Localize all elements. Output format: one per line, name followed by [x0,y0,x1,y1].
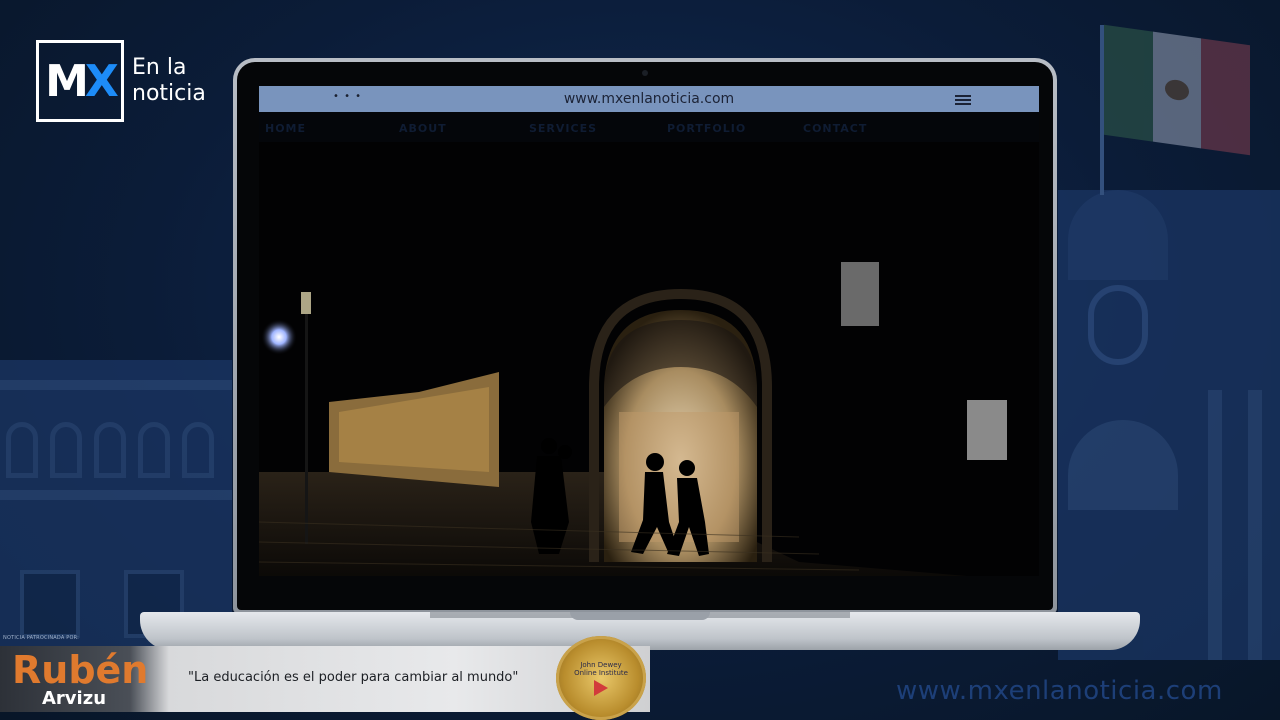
sponsor-label: NOTICIA PATROCINADA POR: [3,635,80,641]
laptop-screen: • • • www.mxenlanoticia.com HOME ABOUT S… [259,86,1039,576]
site-logo[interactable]: MX En la noticia [36,40,206,122]
site-nav: HOME ABOUT SERVICES PORTFOLIO CONTACT [265,122,1025,138]
nav-services[interactable]: SERVICES [529,122,597,135]
mexican-flag [1100,24,1251,195]
play-icon [594,679,608,696]
logo-text-line1: En la [132,55,187,80]
hamburger-icon[interactable] [955,95,971,107]
sponsor-quote: "La educación es el poder para cambiar a… [188,670,519,685]
trackpad-notch [570,612,710,620]
john-dewey-badge: John Dewey Online Institute [556,636,646,720]
nav-about[interactable]: ABOUT [399,122,447,135]
url-text[interactable]: www.mxenlanoticia.com [259,91,1039,107]
badge-line1: John Dewey [580,660,622,669]
nav-portfolio[interactable]: PORTFOLIO [667,122,746,135]
browser-url-bar[interactable]: • • • www.mxenlanoticia.com [259,86,1039,112]
laptop-base [140,612,1140,650]
sponsor-name-last: Arvizu [42,688,107,709]
laptop-bezel: • • • www.mxenlanoticia.com HOME ABOUT S… [237,62,1053,610]
building-right-silhouette [1058,190,1280,660]
laptop-lid: • • • www.mxenlanoticia.com HOME ABOUT S… [233,58,1057,614]
footer-url[interactable]: www.mxenlanoticia.com [896,676,1223,706]
badge-line2: Online Institute [574,668,628,677]
webcam-icon [642,70,648,76]
logo-text-line2: noticia [132,81,206,106]
nav-home[interactable]: HOME [265,122,306,135]
sponsor-name-first: Rubén [12,648,149,692]
window-controls[interactable]: • • • [333,91,362,102]
eagle-emblem-icon [1165,78,1189,102]
nav-contact[interactable]: CONTACT [803,122,867,135]
logo-mark: MX [36,40,124,122]
bell-icon [1068,420,1178,510]
hero-photo-night-archway [259,142,1039,576]
logo-text: En la noticia [132,55,206,107]
